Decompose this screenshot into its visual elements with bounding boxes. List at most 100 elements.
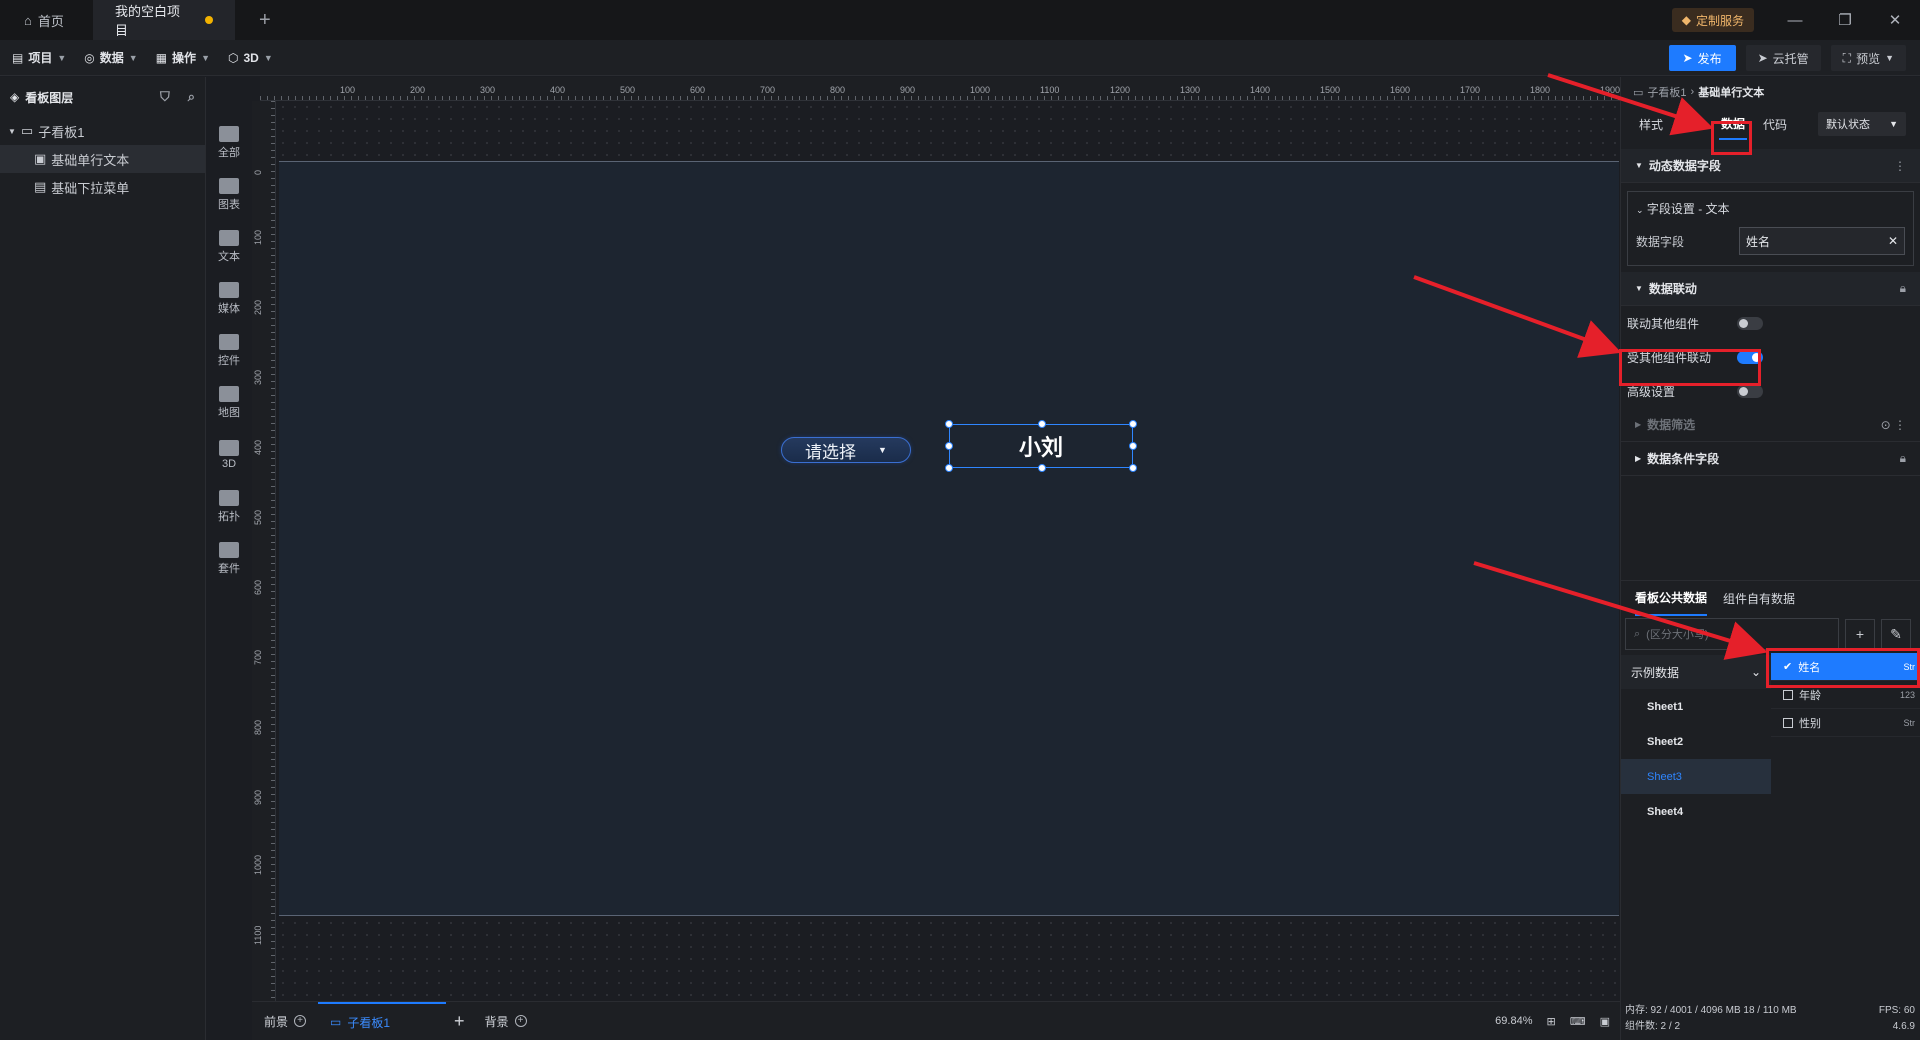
ruler-tick xyxy=(1072,96,1073,100)
tab-component-data[interactable]: 组件自有数据 xyxy=(1723,590,1795,607)
field-type: Str xyxy=(1903,661,1915,672)
state-select[interactable]: 默认状态 ▼ xyxy=(1818,112,1906,136)
menu-operate[interactable]: ▦ 操作 ▼ xyxy=(156,49,210,66)
section-condition-fields[interactable]: ▶ 数据条件字段 🔒︎ xyxy=(1621,442,1920,476)
keyboard-icon[interactable]: ⌨ xyxy=(1570,1015,1586,1028)
menu-project[interactable]: ▤ 项目 ▼ xyxy=(12,49,66,66)
ruler-label: 600 xyxy=(253,579,263,595)
sheet-item[interactable]: Sheet2 xyxy=(1621,724,1771,759)
ruler-tick xyxy=(988,96,989,100)
lock-icon[interactable]: 🔒︎ xyxy=(1900,281,1906,296)
close-icon[interactable]: ✕ xyxy=(1870,11,1920,29)
add-circle-icon[interactable]: + xyxy=(514,1015,527,1027)
palette-text[interactable]: 文本 xyxy=(218,221,240,273)
dropdown-menu-widget[interactable]: 请选择 ▼ xyxy=(781,437,911,463)
tab-data[interactable]: 数据 xyxy=(1719,109,1748,140)
palette-3d[interactable]: 3D xyxy=(219,429,239,481)
resize-handle[interactable] xyxy=(945,420,953,428)
sheet-item[interactable]: Sheet3 xyxy=(1621,759,1771,794)
menu-3d[interactable]: ⬡ 3D ▼ xyxy=(228,51,273,65)
tab-board[interactable]: ▭ 子看板1 xyxy=(318,1001,447,1040)
resize-handle[interactable] xyxy=(1038,420,1046,428)
lock-icon[interactable]: 🔒︎ xyxy=(1900,451,1906,466)
terminal-icon[interactable]: ▣ xyxy=(1600,1015,1610,1028)
ruler-tick xyxy=(271,570,275,571)
ruler-label: 1200 xyxy=(1110,85,1131,95)
field-item[interactable]: 性别 Str xyxy=(1771,709,1920,737)
section-dynamic-fields[interactable]: ▼ 动态数据字段 ⋮ xyxy=(1621,149,1920,183)
field-list: ✔ 姓名 Str 年龄 123 性别 Str xyxy=(1771,653,1920,737)
tab-foreground[interactable]: 前景 + xyxy=(252,1002,318,1040)
tab-board-public-data[interactable]: 看板公共数据 xyxy=(1635,581,1708,616)
palette-all[interactable]: 全部 xyxy=(218,117,240,169)
ruler-tick xyxy=(271,913,275,914)
ruler-tick xyxy=(1163,96,1164,100)
field-item[interactable]: ✔ 姓名 Str xyxy=(1771,653,1920,681)
resize-handle[interactable] xyxy=(945,442,953,450)
field-item[interactable]: 年龄 123 xyxy=(1771,681,1920,709)
layer-item-dropdown[interactable]: ▤ 基础下拉菜单 xyxy=(0,173,205,201)
breadcrumb-parent[interactable]: 子看板1 xyxy=(1647,84,1686,100)
fit-screen-icon[interactable]: ⊞ xyxy=(1546,1015,1555,1028)
data-source-select[interactable]: 示例数据 ⌄ xyxy=(1621,655,1771,689)
linked-by-others-toggle[interactable] xyxy=(1737,350,1763,364)
resize-handle[interactable] xyxy=(945,464,953,472)
canvas-workspace[interactable]: 请选择 ▼ 小刘 xyxy=(277,101,1619,1001)
tab-background[interactable]: 背景 + xyxy=(473,1002,539,1040)
link-others-toggle[interactable] xyxy=(1737,316,1763,330)
single-line-text-widget[interactable]: 小刘 xyxy=(945,420,1137,472)
tab-style[interactable]: 样式 xyxy=(1639,116,1663,133)
preview-button[interactable]: ⛶ 预览 ▼ xyxy=(1830,45,1906,71)
ruler-tick xyxy=(813,96,814,100)
ruler-tick xyxy=(512,96,513,100)
palette-control[interactable]: 控件 xyxy=(218,325,240,377)
ruler-tick xyxy=(271,269,275,270)
layer-item-text[interactable]: ▣ 基础单行文本 xyxy=(0,145,205,173)
layer-item-board[interactable]: ▼ ▭ 子看板1 xyxy=(0,117,205,145)
resize-handle[interactable] xyxy=(1129,420,1137,428)
palette-chart[interactable]: 图表 xyxy=(218,169,240,221)
advanced-toggle[interactable] xyxy=(1737,384,1763,398)
tab-code[interactable]: 代码 xyxy=(1763,116,1787,133)
edit-data-button[interactable]: ✎ xyxy=(1881,619,1911,649)
data-field-input[interactable]: 姓名 ✕ xyxy=(1739,227,1905,255)
tab-interaction[interactable]: 交互 xyxy=(1679,116,1703,133)
ruler-tick xyxy=(271,129,275,130)
ruler-label: 300 xyxy=(480,85,496,95)
menu-data[interactable]: ◎ 数据 ▼ xyxy=(84,49,137,66)
ruler-tick xyxy=(624,96,625,100)
ruler-label: 1500 xyxy=(1320,85,1341,95)
custom-service-button[interactable]: ◆ 定制服务 xyxy=(1671,8,1754,32)
tab-home[interactable]: ⌂ 首页 xyxy=(0,0,93,40)
clear-icon[interactable]: ✕ xyxy=(1888,234,1898,248)
tab-project[interactable]: 我的空白项目 xyxy=(93,0,235,40)
restore-icon[interactable]: ❐ xyxy=(1820,11,1870,29)
artboard[interactable]: 请选择 ▼ 小刘 xyxy=(279,161,1619,916)
add-data-button[interactable]: + xyxy=(1845,619,1875,649)
resize-handle[interactable] xyxy=(1038,464,1046,472)
filter-icon[interactable]: ⛉ xyxy=(160,89,170,105)
resize-handle[interactable] xyxy=(1129,442,1137,450)
add-icon[interactable]: + xyxy=(454,1011,465,1032)
more-icon[interactable]: ⋮ xyxy=(1894,159,1906,173)
sheet-item[interactable]: Sheet1 xyxy=(1621,689,1771,724)
section-linkage[interactable]: ▼ 数据联动 🔒︎ xyxy=(1621,272,1920,306)
add-tab-icon[interactable]: + xyxy=(259,9,271,32)
search-icon[interactable]: ⌕ xyxy=(188,89,195,105)
palette-topology[interactable]: 拓扑 xyxy=(218,481,240,533)
resize-handle[interactable] xyxy=(1129,464,1137,472)
add-circle-icon[interactable]: + xyxy=(294,1015,307,1027)
publish-button[interactable]: ➤ 发布 xyxy=(1668,45,1736,71)
data-search-input[interactable]: ⌕ (区分大小写) xyxy=(1625,618,1839,650)
minimize-icon[interactable]: — xyxy=(1770,12,1820,29)
palette-kit[interactable]: 套件 xyxy=(218,533,240,585)
palette-map[interactable]: 地图 xyxy=(218,377,240,429)
field-setting-title[interactable]: ⌄ 字段设置 - 文本 xyxy=(1636,200,1905,217)
ruler-label: 300 xyxy=(253,369,263,385)
ruler-tick xyxy=(729,96,730,100)
palette-media[interactable]: 媒体 xyxy=(218,273,240,325)
zoom-level[interactable]: 69.84% xyxy=(1495,1015,1532,1027)
sheet-item[interactable]: Sheet4 xyxy=(1621,794,1771,829)
cloud-host-button[interactable]: ➤ 云托管 xyxy=(1745,45,1821,71)
control-icon xyxy=(219,334,239,350)
